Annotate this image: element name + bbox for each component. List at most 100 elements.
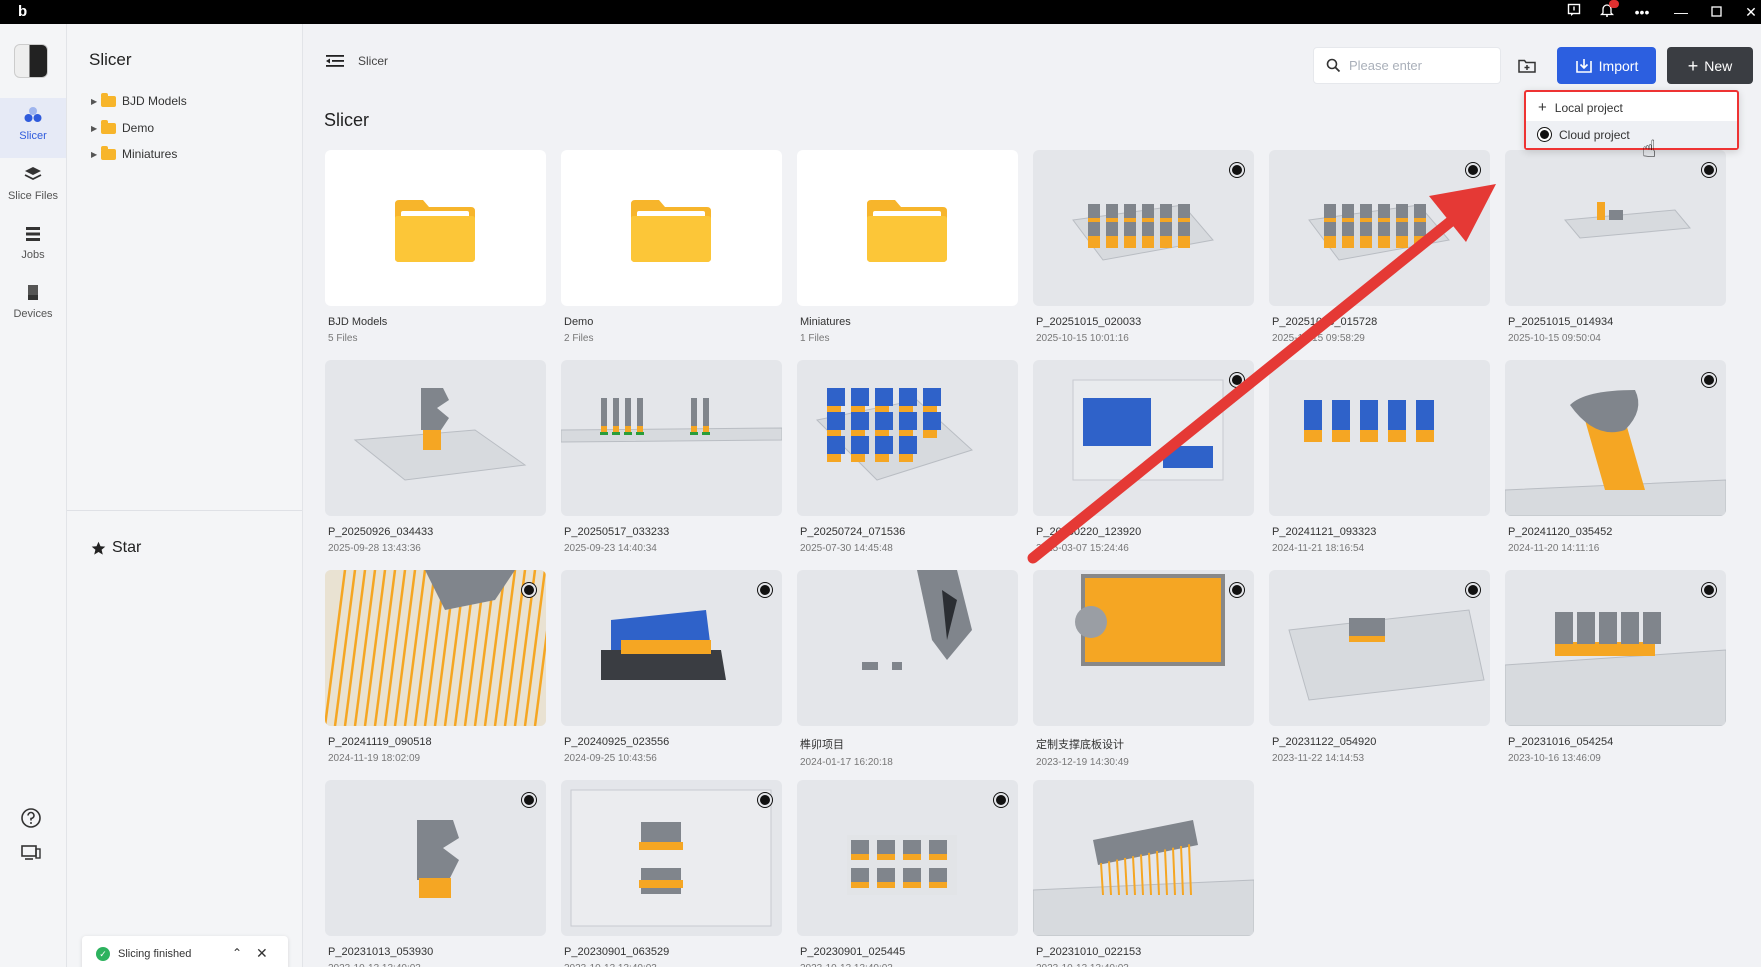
project-thumbnail[interactable]: [797, 780, 1018, 936]
project-thumbnail[interactable]: [1505, 150, 1726, 306]
card-timestamp: 2023-12-19 14:30:49: [1036, 757, 1129, 768]
folder-icon: [101, 92, 116, 107]
folder-thumbnail[interactable]: [561, 150, 782, 306]
card-timestamp: 2023-10-16 13:46:09: [1508, 753, 1601, 764]
tree-folder-miniatures[interactable]: ▶ Miniatures: [91, 144, 177, 164]
project-thumbnail[interactable]: [797, 360, 1018, 516]
card-name: P_20251015_015728: [1272, 316, 1378, 328]
project-card[interactable]: P_20241120_035452 2024-11-20 14:11:16: [1505, 360, 1726, 554]
tree-folder-demo[interactable]: ▶ Demo: [91, 118, 154, 138]
project-thumbnail[interactable]: [325, 360, 546, 516]
close-window-icon[interactable]: ✕: [1737, 0, 1761, 24]
project-thumbnail[interactable]: [561, 360, 782, 516]
card-name: P_20250724_071536: [800, 526, 906, 538]
feedback-icon[interactable]: [1560, 0, 1588, 24]
project-thumbnail[interactable]: [1269, 360, 1490, 516]
project-card[interactable]: P_20250220_123920 2025-03-07 15:24:46: [1033, 360, 1254, 554]
project-thumbnail[interactable]: [561, 570, 782, 726]
project-thumbnail[interactable]: [1033, 360, 1254, 516]
card-name: P_20231122_054920: [1272, 736, 1377, 748]
card-timestamp: 2024-09-25 10:43:56: [564, 753, 657, 764]
devices-sync-icon[interactable]: [20, 841, 42, 863]
card-name: P_20231016_054254: [1508, 736, 1614, 748]
cloud-sync-icon: [1230, 583, 1244, 597]
star-icon: [91, 541, 106, 555]
toast-text: Slicing finished: [118, 948, 192, 960]
folder-thumbnail[interactable]: [797, 150, 1018, 306]
notification-badge: [1609, 0, 1619, 8]
folder-card[interactable]: Miniatures 1 Files: [797, 150, 1018, 344]
project-card[interactable]: P_20230901_063529 2023-10-13 13:40:03: [561, 780, 782, 967]
project-card[interactable]: P_20240925_023556 2024-09-25 10:43:56: [561, 570, 782, 764]
project-thumbnail[interactable]: [797, 570, 1018, 726]
project-card[interactable]: P_20250724_071536 2025-07-30 14:45:48: [797, 360, 1018, 554]
cloud-sync-icon: [1702, 163, 1716, 177]
rail-item-slice-files[interactable]: Slice Files: [0, 158, 66, 218]
project-card[interactable]: P_20251015_015728 2025-10-15 09:58:29: [1269, 150, 1490, 344]
project-card[interactable]: P_20241121_093323 2024-11-21 18:16:54: [1269, 360, 1490, 554]
project-card[interactable]: 定制支撑底板设计 2023-12-19 14:30:49: [1033, 570, 1254, 768]
folder-thumbnail[interactable]: [325, 150, 546, 306]
new-button[interactable]: + New: [1667, 47, 1753, 84]
star-title-label: Star: [112, 539, 142, 556]
notification-bell-icon[interactable]: [1593, 0, 1621, 24]
breadcrumb-item[interactable]: Slicer: [358, 54, 388, 68]
project-card[interactable]: P_20231016_054254 2023-10-16 13:46:09: [1505, 570, 1726, 764]
project-thumbnail[interactable]: [1033, 570, 1254, 726]
slicing-toast: ✓ Slicing finished ⌃ ✕: [82, 936, 288, 967]
menu-item-local-project[interactable]: + Local project: [1526, 94, 1737, 121]
project-card[interactable]: P_20250926_034433 2025-09-28 13:43:36: [325, 360, 546, 554]
rail-item-devices[interactable]: Devices: [0, 276, 66, 336]
project-card[interactable]: 榫卯项目 2024-01-17 16:20:18: [797, 570, 1018, 768]
project-card[interactable]: P_20231010_022153 2023-10-13 13:40:03: [1033, 780, 1254, 967]
tree-folder-bjd-models[interactable]: ▶ BJD Models: [91, 91, 187, 111]
project-card[interactable]: P_20251015_020033 2025-10-15 10:01:16: [1033, 150, 1254, 344]
maximize-icon[interactable]: [1702, 0, 1730, 24]
import-button[interactable]: Import: [1557, 47, 1656, 84]
rail-item-slicer[interactable]: Slicer: [0, 98, 66, 158]
app-avatar[interactable]: [14, 44, 48, 78]
tree-folder-label: Demo: [122, 121, 155, 135]
help-icon[interactable]: [20, 807, 42, 829]
folder-card[interactable]: Demo 2 Files: [561, 150, 782, 344]
star-section[interactable]: Star: [91, 539, 141, 557]
folder-card[interactable]: BJD Models 5 Files: [325, 150, 546, 344]
project-card[interactable]: P_20241119_090518 2024-11-19 18:02:09: [325, 570, 546, 764]
project-thumbnail[interactable]: [1269, 150, 1490, 306]
caret-right-icon[interactable]: ▶: [91, 124, 101, 133]
project-thumbnail[interactable]: [1033, 780, 1254, 936]
project-thumbnail[interactable]: [325, 780, 546, 936]
close-toast-icon[interactable]: ✕: [256, 945, 268, 962]
project-thumbnail[interactable]: [1505, 570, 1726, 726]
card-timestamp: 2024-01-17 16:20:18: [800, 757, 893, 768]
card-timestamp: 2024-11-19 18:02:09: [328, 753, 421, 764]
project-thumbnail[interactable]: [561, 780, 782, 936]
project-card[interactable]: P_20231013_053930 2023-10-13 13:40:03: [325, 780, 546, 967]
rail-item-jobs[interactable]: Jobs: [0, 217, 66, 277]
collapse-sidebar-icon[interactable]: [326, 54, 344, 68]
project-thumbnail[interactable]: [1033, 150, 1254, 306]
card-name: P_20231013_053930: [328, 946, 434, 958]
search-box[interactable]: [1313, 47, 1501, 84]
project-card[interactable]: P_20251015_014934 2025-10-15 09:50:04: [1505, 150, 1726, 344]
project-card[interactable]: P_20231122_054920 2023-11-22 14:14:53: [1269, 570, 1490, 764]
project-thumbnail[interactable]: [1505, 360, 1726, 516]
tree-title: Slicer: [89, 50, 132, 69]
caret-right-icon[interactable]: ▶: [91, 97, 101, 106]
new-folder-button[interactable]: [1508, 47, 1546, 84]
cloud-sync-icon: [1230, 373, 1244, 387]
card-name: P_20241121_093323: [1272, 526, 1377, 538]
project-card[interactable]: P_20230901_025445 2023-10-13 13:40:03: [797, 780, 1018, 967]
chevron-up-icon[interactable]: ⌃: [232, 946, 242, 960]
caret-right-icon[interactable]: ▶: [91, 150, 101, 159]
menu-item-cloud-project[interactable]: Cloud project: [1526, 121, 1737, 148]
project-thumbnail[interactable]: [1269, 570, 1490, 726]
project-thumbnail[interactable]: [325, 570, 546, 726]
project-card[interactable]: P_20250517_033233 2025-09-23 14:40:34: [561, 360, 782, 554]
search-input[interactable]: [1349, 58, 1489, 73]
model-preview: [1072, 379, 1224, 481]
breadcrumb: Slicer: [326, 54, 388, 68]
minimize-icon[interactable]: —: [1667, 0, 1695, 24]
more-options-icon[interactable]: •••: [1628, 0, 1656, 24]
model-preview: [862, 570, 972, 670]
